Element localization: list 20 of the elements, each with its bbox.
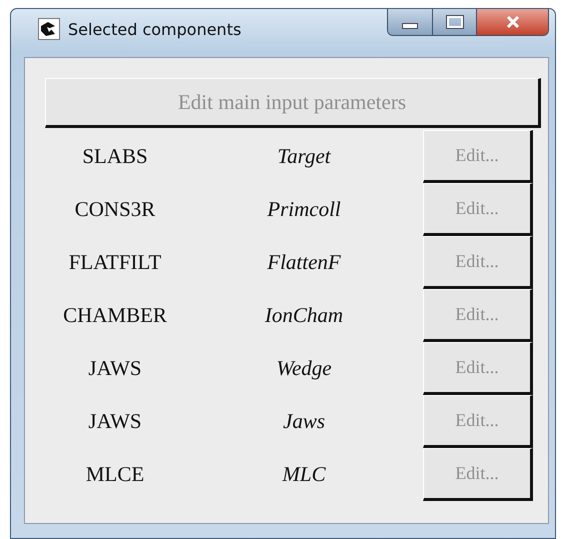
module-name: FLATFILT (68, 250, 162, 275)
window-title: Selected components (68, 20, 242, 38)
close-icon (504, 16, 520, 28)
close-button[interactable] (476, 9, 548, 35)
app-icon (38, 18, 60, 40)
module-name: SLABS (81, 144, 149, 169)
component-name: MLC (281, 462, 327, 487)
component-name: IonCham (264, 303, 344, 328)
maximize-button[interactable] (432, 9, 476, 35)
component-name: Jaws (282, 409, 326, 434)
module-name: CONS3R (74, 197, 156, 222)
module-name: JAWS (87, 409, 143, 434)
component-name: Wedge (275, 356, 333, 381)
module-name: CHAMBER (62, 303, 168, 328)
module-name: JAWS (87, 356, 143, 381)
minimize-button[interactable] (388, 9, 432, 35)
component-name: Primcoll (266, 197, 342, 222)
module-name: MLCE (84, 462, 146, 487)
component-name: FlattenF (266, 250, 342, 275)
component-name: Target (276, 144, 332, 169)
